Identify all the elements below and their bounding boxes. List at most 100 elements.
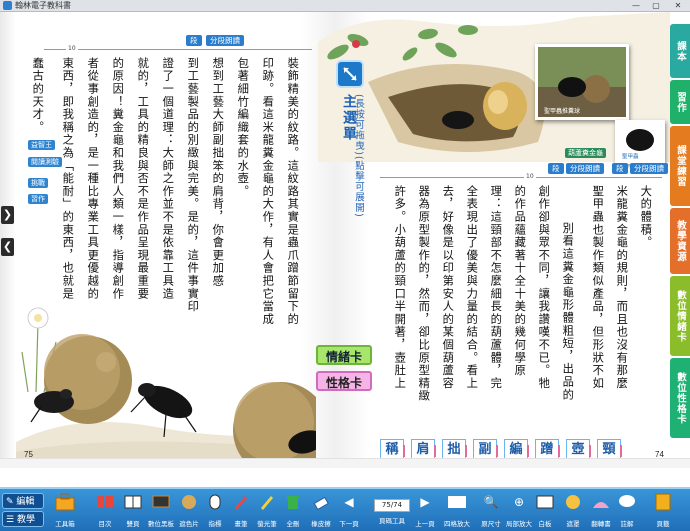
page-number-input[interactable]: 75/74 [374,499,410,512]
digital-blackboard-label: 數位黑板 [148,520,174,528]
side-badge-challenge[interactable]: 挑戰 [28,178,48,188]
book-open-icon [447,492,467,512]
tab-workbook[interactable]: 習作 [670,80,690,124]
toolbox-icon [55,492,75,512]
pen-icon [231,492,251,512]
arrow-right-icon: ▶ [420,495,430,509]
window-controls: — ▢ ✕ [626,0,690,12]
digital-blackboard-button[interactable]: 數位黑板 [146,492,176,528]
side-badge-quiz-king[interactable]: 益智王 [28,140,55,150]
annotation-label: 註解 [620,520,634,528]
right-read-aloud-button-2[interactable]: 分段朗讀 [630,163,668,174]
right-ruler-tick: 10 [524,173,536,180]
cover-label: 遮罩 [566,520,580,528]
magnifier-icon: 🔍 [483,495,499,509]
photo-caption-right: 聖甲蟲 [622,152,639,160]
right-text-col-4: 別看這糞金龜形體粗短，出品的 [561,222,575,402]
toc-button[interactable]: 目次 [90,492,120,528]
right-text-col-3: 聖甲蟲也製作類似產品，但形狀不如 [591,185,605,390]
whiteboard-button[interactable]: 白板 [530,492,560,528]
right-paragraph-button-2[interactable]: 段 [612,163,628,174]
annotation-button[interactable]: 註解 [612,492,642,528]
cover-button[interactable]: 遮罩 [558,492,588,528]
right-text-col-2: 米龍糞金龜的規則，而且也沒有那麼 [615,185,629,390]
eraser-label: 橡皮擦 [311,520,331,528]
maximize-button[interactable]: ▢ [646,0,666,12]
emotion-card-button[interactable]: 情緒卡 [316,345,372,365]
window-title: 翰林電子教科書 [15,1,71,10]
left-read-aloud-button[interactable]: 分段朗讀 [206,35,244,46]
tab-textbook[interactable]: 課本 [670,24,690,78]
original-size-button[interactable]: 🔍 原尺寸 [476,492,506,528]
four-grid-zoom-button[interactable]: 四格放大 [440,492,474,528]
eraser-icon [311,492,331,512]
next-page-label: 下一頁 [339,520,359,528]
clear-all-label: 全刪 [286,520,300,528]
edit-mode-label: 編輯 [16,497,35,507]
chevron-right-icon[interactable]: ❯ [1,206,14,224]
tab-digital-emotion-card[interactable]: 數位情緒卡 [670,276,690,356]
toolbox-button[interactable]: 工具箱 [50,492,80,528]
personality-card-button[interactable]: 性格卡 [316,371,372,391]
close-button[interactable]: ✕ [666,0,690,12]
highlighter-icon [257,492,277,512]
right-paragraph-button[interactable]: 段 [548,163,564,174]
right-text-col-8: 全表現出了優美與力量的結合。看上 [465,185,479,390]
whiteboard-icon [535,492,555,512]
arrow-left-icon: ◀ [344,495,354,509]
right-text-col-5: 創作卻與眾不同，讓我讚嘆不已。牠 [537,185,551,390]
whiteboard-label: 白板 [538,520,552,528]
photo-caption-top: 聖甲蟲推糞球 [544,107,580,115]
flip-book-icon [591,492,611,512]
clear-all-button[interactable]: 全刪 [278,492,308,528]
bookmark-label: 頁籤 [656,520,670,528]
bookmark-icon [653,492,673,512]
main-menu-hint: (長按可拖曳)(點擊可展開) [353,94,364,218]
photo-scarab[interactable]: 聖甲蟲 [615,120,665,164]
photo-caption-gourd-beetle[interactable]: 葫蘆糞金龜 [565,148,606,158]
right-ruler [380,177,662,178]
eraser-button[interactable]: 橡皮擦 [306,492,336,528]
toc-label: 目次 [98,520,112,528]
zoom-in-icon: ⊕ [513,495,525,509]
previous-page-label: 上一頁 [415,520,435,528]
tab-teaching-resources[interactable]: 教學資源 [670,208,690,274]
four-grid-zoom-label: 四格放大 [444,520,470,528]
teach-mode-label: 教學 [16,515,35,525]
double-page-icon [123,492,143,512]
right-text-col-6: 的作品蘊藏著十全十美的幾何學原 [513,185,527,377]
edit-mode-button[interactable]: ✎ 編輯 [2,493,44,509]
right-text-col-1: 大的體積。 [639,185,653,249]
side-badge-workbook[interactable]: 習作 [28,194,48,204]
next-page-button[interactable]: ◀ 下一頁 [334,492,364,528]
bottom-toolbar: ✎ 編輯 ☰ 教學 工具箱 目次 雙頁 數位黑板 遮色片 指標 畫筆 螢光筆 全… [0,487,690,531]
double-page-button[interactable]: 雙頁 [118,492,148,528]
main-menu-widget[interactable]: 主選單 (長按可拖曳)(點擊可展開) [336,60,364,230]
right-read-aloud-button[interactable]: 分段朗讀 [566,163,604,174]
tab-digital-personality-card[interactable]: 數位性格卡 [670,358,690,438]
page-bottom-edge [0,458,690,468]
bookmark-button[interactable]: 頁籤 [648,492,678,528]
original-size-label: 原尺寸 [481,520,501,528]
toolbox-label: 工具箱 [55,520,75,528]
section-tab-rail: 課本 習作 課堂練習 教學資源 數位情緒卡 數位性格卡 [670,24,690,448]
expand-icon[interactable] [336,60,364,88]
left-paragraph-button[interactable]: 段 [186,35,202,46]
chevron-left-icon[interactable]: ❮ [1,238,14,256]
left-ruler [44,49,312,50]
trash-icon [283,492,303,512]
title-bar: 翰林電子教科書 — ▢ ✕ [0,0,690,12]
dung-beetle-illustration [16,307,316,468]
left-ruler-tick: 10 [66,45,78,52]
mouse-icon [205,492,225,512]
previous-page-button[interactable]: ▶ 上一頁 [410,492,440,528]
teach-mode-button[interactable]: ☰ 教學 [2,511,44,527]
side-badge-reading-test[interactable]: 閱讀測驗 [28,157,62,167]
photo-scarab-rolling[interactable]: 聖甲蟲推糞球 [535,44,629,120]
cover-icon [563,492,583,512]
right-text-col-7: 理：這頸部不怎麼細長的葫蘆體，完 [489,185,503,390]
textbook-spread: 段 分段朗讀 10 蠢古的天才。 東西，即我稱之為「能耐」的東西，也就是 者從事… [0,12,690,468]
tab-class-practice[interactable]: 課堂練習 [670,126,690,206]
app-icon [3,1,12,10]
minimize-button[interactable]: — [626,0,646,12]
